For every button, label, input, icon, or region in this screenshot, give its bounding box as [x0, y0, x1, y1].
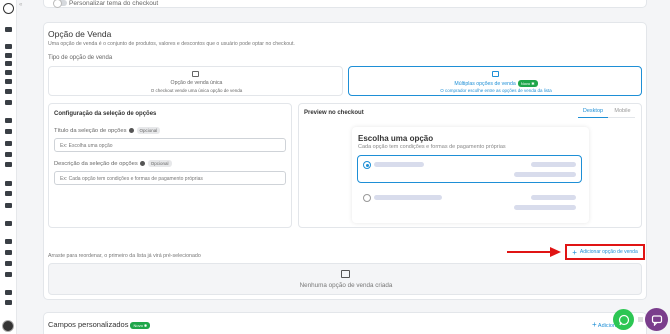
gear-icon[interactable] [5, 290, 12, 295]
empty-state-text: Nenhuma opção de venda criada [299, 282, 393, 289]
selection-title-input[interactable]: Ex: Escolha uma opção [54, 138, 286, 152]
tab-desktop[interactable]: Desktop [578, 108, 608, 118]
info-icon[interactable] [128, 128, 134, 133]
plus-icon: + [592, 320, 597, 329]
list-empty-icon [341, 270, 350, 278]
collapse-sidebar-icon[interactable]: « [19, 2, 22, 8]
section-description: Uma opção de venda é o conjunto de produ… [48, 41, 295, 47]
annotation-arrow-line [507, 251, 552, 253]
single-option-icon [192, 71, 199, 77]
title-field-label-row: Título da seleção de opções Opcional [54, 127, 161, 135]
preview-option [357, 187, 582, 215]
add-sale-option-label: Adicionar opção de venda [579, 249, 638, 255]
store-icon[interactable] [5, 162, 12, 167]
whatsapp-button[interactable] [613, 309, 634, 330]
sidebar [0, 0, 17, 334]
multiple-option-icon [492, 71, 499, 77]
dashboard-icon[interactable] [5, 27, 12, 32]
personalize-theme-label: Personalizar tema do checkout [69, 0, 159, 7]
multiple-option-title-row: Múltiplas opções de venda Novo ✱ [349, 80, 643, 87]
new-badge: Novo ✱ [517, 80, 538, 87]
skeleton-line [374, 162, 424, 167]
link-icon[interactable] [5, 203, 12, 208]
grid-icon[interactable] [638, 317, 643, 322]
info-icon[interactable] [139, 161, 145, 166]
reorder-hint: Arraste para reordenar, o primeiro da li… [48, 253, 201, 259]
preview-option-selected [357, 155, 582, 183]
card-icon[interactable] [5, 141, 12, 146]
optional-badge: Opcional [147, 160, 172, 167]
plus-icon: + [572, 247, 577, 257]
annotation-arrow-head [550, 247, 561, 257]
tag-icon[interactable] [5, 61, 12, 66]
book-icon[interactable] [5, 191, 12, 196]
settings-icon[interactable] [5, 89, 12, 94]
multiple-option-subtitle: O comprador escolhe entre as opções de v… [440, 88, 552, 93]
new-badge: Novo ✱ [130, 321, 151, 329]
skeleton-line [514, 172, 576, 177]
desc-field-label: Descrição da seleção de opções [54, 161, 138, 168]
bell-icon[interactable] [5, 221, 12, 226]
preview-heading: Escolha uma opção [358, 134, 434, 143]
type-label: Tipo de opção de venda [48, 55, 113, 61]
optional-badge: Opcional [136, 127, 161, 134]
type-single-option[interactable]: Opção de venda única O checkout vende um… [48, 66, 343, 96]
chat-button[interactable] [645, 308, 668, 331]
preview-subheading: Cada opção tem condições e formas de pag… [358, 144, 506, 150]
theme-card: Personalizar tema do checkout [43, 0, 647, 8]
selection-description-placeholder: Ex: Cada opção tem condições e formas de… [60, 176, 203, 182]
chat-bubble-icon [651, 314, 662, 326]
section-title: Opção de Venda [48, 29, 112, 39]
skeleton-line [374, 195, 442, 200]
chat-icon[interactable] [5, 100, 12, 105]
skeleton-line [514, 205, 576, 210]
skeleton-line [531, 195, 576, 200]
document-icon[interactable] [5, 181, 12, 186]
selection-title-placeholder: Ex: Escolha uma opção [60, 143, 113, 149]
whatsapp-icon [618, 314, 629, 325]
reports-icon[interactable] [5, 79, 12, 84]
desc-field-label-row: Descrição da seleção de opções Opcional [54, 160, 172, 167]
orders-icon[interactable] [5, 53, 12, 58]
tab-mobile[interactable]: Mobile [610, 108, 635, 118]
add-sale-option-button[interactable]: + Adicionar opção de venda [565, 244, 645, 260]
radio-selected [363, 161, 371, 169]
app-logo-icon[interactable] [3, 3, 14, 14]
personalize-theme-toggle[interactable] [53, 0, 67, 8]
products-icon[interactable] [5, 44, 12, 49]
bank-icon[interactable] [5, 239, 12, 244]
title-field-label: Título da seleção de opções [54, 128, 127, 135]
single-option-title: Opção de venda única [170, 80, 223, 86]
list-icon[interactable] [5, 272, 12, 277]
single-option-subtitle: O checkout vende uma única opção de vend… [150, 88, 243, 93]
custom-fields-title: Campos personalizados [48, 320, 129, 329]
cart-icon[interactable] [5, 152, 12, 157]
selection-config-title: Configuração da seleção de opções [54, 111, 157, 117]
preview-title: Preview no checkout [304, 110, 364, 116]
radio-unselected [363, 194, 371, 202]
selection-description-input[interactable]: Ex: Cada opção tem condições e formas de… [54, 171, 286, 185]
graduation-icon[interactable] [5, 250, 12, 255]
skeleton-line [531, 162, 576, 167]
users-icon[interactable] [5, 129, 12, 134]
type-multiple-option[interactable]: Múltiplas opções de venda Novo ✱ O compra… [348, 66, 642, 96]
person-icon[interactable] [5, 261, 12, 266]
avatar[interactable] [2, 320, 14, 332]
multiple-option-title: Múltiplas opções de venda [454, 80, 516, 87]
files-icon[interactable] [5, 70, 12, 75]
empty-state-box: Nenhuma opção de venda criada [48, 263, 642, 295]
help-icon[interactable] [5, 300, 12, 305]
dollar-icon[interactable] [5, 118, 12, 123]
custom-fields-title-row: Campos personalizados Novo ✱ [48, 320, 151, 329]
